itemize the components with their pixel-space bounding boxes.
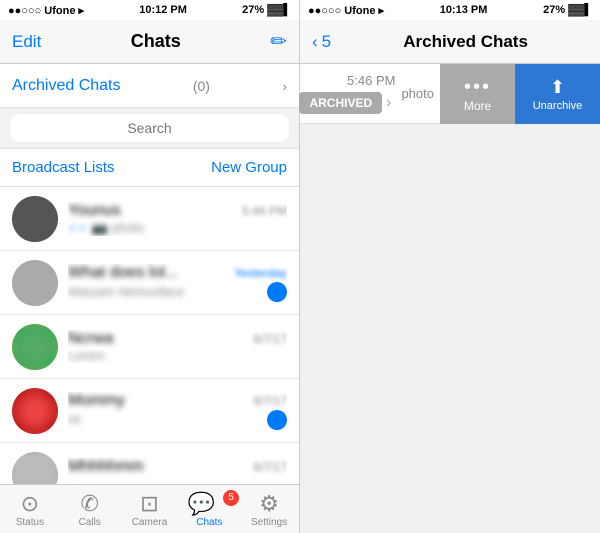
swipe-time: 5:46 PM — [299, 73, 395, 88]
back-button[interactable]: ‹ — [312, 32, 318, 52]
calls-label: Calls — [79, 517, 101, 528]
broadcast-row: Broadcast Lists New Group — [0, 149, 299, 187]
right-content-area — [300, 124, 600, 533]
tab-status[interactable]: ⊙ Status — [0, 491, 60, 528]
chats-icon-wrap: 💬 5 — [188, 491, 231, 517]
swipe-action-row: 5:46 PM ARCHIVED › photo ••• More ⬆ Unar… — [300, 64, 600, 124]
carrier-right: ●●○○○ Ufone ▸ — [308, 4, 384, 17]
chat-name: Mommy — [68, 392, 125, 410]
unarchive-icon: ⬆ — [550, 77, 565, 98]
more-label: More — [464, 99, 491, 113]
chat-info: Younus 5:46 PM ✓✓ 📷 photo — [68, 202, 287, 236]
status-label: Status — [16, 517, 44, 528]
double-tick-icon: ✓✓ — [68, 221, 88, 235]
nav-bar-left: Edit Chats ✏ — [0, 20, 299, 64]
unread-badge — [267, 282, 287, 302]
avatar — [12, 452, 58, 485]
chat-info: Ncrwa 6/7/17 Lorem — [68, 330, 287, 363]
carrier-left: ●●○○○ Ufone ▸ — [8, 4, 84, 17]
time-left: 10:12 PM — [139, 4, 187, 16]
chat-preview: Lorem — [68, 348, 105, 363]
avatar — [12, 260, 58, 306]
new-group-button[interactable]: New Group — [211, 159, 287, 176]
chat-item[interactable]: What does lol... Yesterday Maryam Nemusf… — [0, 251, 299, 315]
chat-info: Mommy 6/7/17 Hi — [68, 392, 287, 430]
chat-info: What does lol... Yesterday Maryam Nemusf… — [68, 264, 287, 302]
tab-bar: ⊙ Status ✆ Calls ⊡ Camera 💬 5 Chats ⚙ Se… — [0, 484, 299, 533]
avatar — [12, 324, 58, 370]
left-panel: ●●○○○ Ufone ▸ 10:12 PM 27% ▓▓▌ Edit Chat… — [0, 0, 300, 533]
action-buttons: ••• More ⬆ Unarchive — [440, 64, 600, 123]
search-bar-container — [0, 108, 299, 149]
archived-count: (0) — [193, 78, 210, 94]
chat-time: 5:46 PM — [242, 204, 287, 218]
tab-camera[interactable]: ⊡ Camera — [120, 491, 180, 528]
chat-item[interactable]: Mhhhhmm 6/7/17 ... — [0, 443, 299, 484]
chats-badge: 5 — [223, 490, 239, 506]
right-panel: ●●○○○ Ufone ▸ 10:13 PM 27% ▓▓▌ ‹ 5 Archi… — [300, 0, 600, 533]
avatar — [12, 388, 58, 434]
battery-right: 27% ▓▓▌ — [543, 4, 592, 16]
battery-left: 27% ▓▓▌ — [242, 4, 291, 16]
broadcast-lists-button[interactable]: Broadcast Lists — [12, 159, 115, 176]
chat-preview: Hi — [68, 412, 80, 427]
settings-icon: ⚙ — [259, 491, 279, 517]
more-button[interactable]: ••• More — [440, 64, 515, 124]
time-right: 10:13 PM — [440, 4, 488, 16]
archived-chats-label: Archived Chats — [12, 77, 121, 95]
chat-time: 6/7/17 — [254, 332, 287, 346]
chat-preview: ... — [68, 476, 79, 484]
chat-name: Ncrwa — [68, 330, 113, 348]
status-icon: ⊙ — [21, 491, 39, 517]
chat-name: Mhhhhmm — [68, 458, 144, 476]
archived-badge: ARCHIVED — [299, 92, 382, 114]
swipe-row-content: 5:46 PM ARCHIVED › — [287, 73, 395, 114]
chat-item[interactable]: Ncrwa 6/7/17 Lorem — [0, 315, 299, 379]
status-bar-left: ●●○○○ Ufone ▸ 10:12 PM 27% ▓▓▌ — [0, 0, 299, 20]
chats-tab-label: Chats — [196, 517, 222, 528]
unarchive-button[interactable]: ⬆ Unarchive — [515, 64, 600, 124]
chats-icon: 💬 — [188, 491, 215, 517]
tab-chats[interactable]: 💬 5 Chats — [179, 491, 239, 528]
camera-icon: ⊡ — [140, 491, 158, 517]
calls-icon: ✆ — [80, 491, 98, 517]
status-bar-right: ●●○○○ Ufone ▸ 10:13 PM 27% ▓▓▌ — [300, 0, 600, 20]
search-input[interactable] — [10, 114, 289, 142]
chat-preview: ✓✓ 📷 photo — [68, 220, 144, 236]
unread-badge — [267, 410, 287, 430]
chat-name: Younus — [68, 202, 121, 220]
chat-name: What does lol... — [68, 264, 178, 282]
camera-label: Camera — [132, 517, 168, 528]
settings-label: Settings — [251, 517, 287, 528]
edit-button[interactable]: Edit — [12, 32, 41, 52]
archived-chats-title: Archived Chats — [343, 32, 588, 52]
chats-title: Chats — [131, 31, 181, 52]
chat-time: 6/7/17 — [254, 460, 287, 474]
chat-item[interactable]: Younus 5:46 PM ✓✓ 📷 photo — [0, 187, 299, 251]
chat-info: Mhhhhmm 6/7/17 ... — [68, 458, 287, 484]
compose-button[interactable]: ✏ — [270, 29, 287, 54]
tab-calls[interactable]: ✆ Calls — [60, 491, 120, 528]
chat-time: 6/7/17 — [254, 394, 287, 408]
chat-time: Yesterday — [234, 266, 287, 280]
more-dots-icon: ••• — [464, 76, 491, 99]
tab-settings[interactable]: ⚙ Settings — [239, 491, 299, 528]
nav-bar-right: ‹ 5 Archived Chats — [300, 20, 600, 64]
chat-preview: Maryam Nemusface — [68, 284, 184, 299]
chat-list: Younus 5:46 PM ✓✓ 📷 photo What does lol.… — [0, 187, 299, 484]
avatar — [12, 196, 58, 242]
unarchive-label: Unarchive — [533, 100, 583, 112]
archived-chats-row[interactable]: Archived Chats (0) › — [0, 64, 299, 108]
archived-chevron-icon: › — [386, 94, 391, 112]
back-count: 5 — [322, 32, 331, 52]
archived-chevron-icon: › — [282, 78, 287, 94]
chat-item[interactable]: Mommy 6/7/17 Hi — [0, 379, 299, 443]
swipe-badges: ARCHIVED › — [299, 92, 395, 114]
photo-label: photo — [395, 86, 440, 101]
